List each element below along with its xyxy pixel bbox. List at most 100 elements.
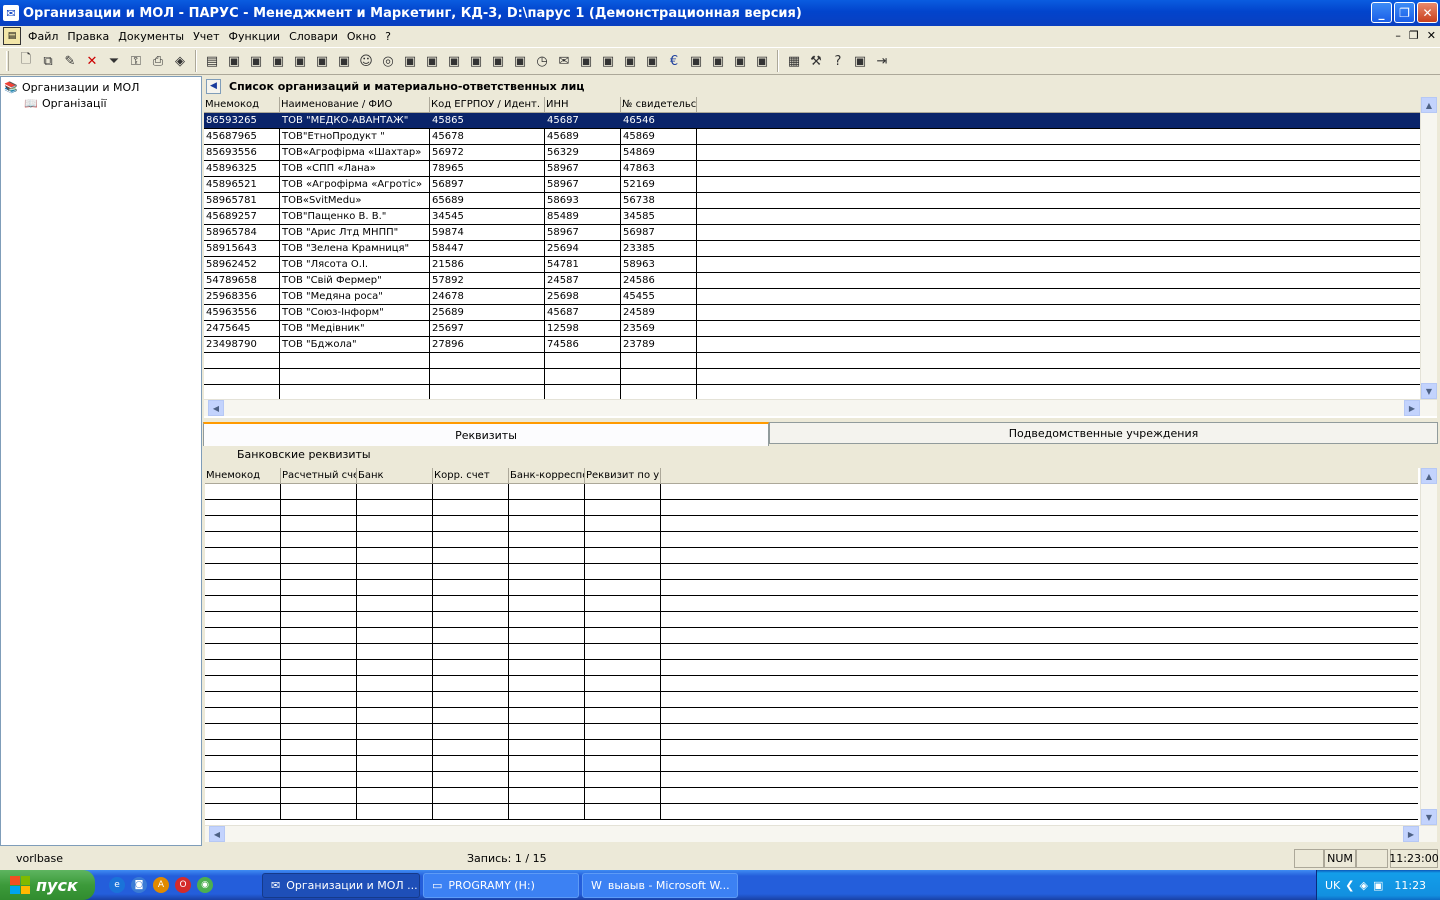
bank-table-row[interactable]: [205, 564, 1418, 580]
menu-documents[interactable]: Документы: [115, 30, 190, 43]
bank-table-row[interactable]: [205, 692, 1418, 708]
bank-table-row[interactable]: [205, 612, 1418, 628]
close-button[interactable]: ✕: [1417, 2, 1438, 23]
tab-requisites[interactable]: Реквизиты: [203, 422, 769, 446]
menu-functions[interactable]: Функции: [225, 30, 286, 43]
table-row[interactable]: 58965781 ТОВ«SvitMedu» 65689 58693 56738: [204, 193, 1420, 209]
minimize-button[interactable]: _: [1371, 2, 1392, 23]
bank-table-row[interactable]: [205, 628, 1418, 644]
table-row[interactable]: 86593265 ТОВ "МЕДКО-АВАНТАЖ" 45865 45687 465…: [204, 113, 1420, 129]
column-header[interactable]: ИНН: [545, 97, 621, 112]
vertical-scrollbar[interactable]: ▲ ▼: [1420, 97, 1437, 400]
bank-table-row[interactable]: [205, 724, 1418, 740]
mail-icon[interactable]: ✉: [554, 51, 574, 71]
bank-table-row[interactable]: [205, 740, 1418, 756]
mdi-restore-button[interactable]: ❐: [1409, 29, 1419, 42]
exit-icon[interactable]: ⇥: [872, 51, 892, 71]
tool-icon[interactable]: ▣: [466, 51, 486, 71]
table-row[interactable]: [204, 353, 1420, 369]
menu-help[interactable]: ?: [382, 30, 397, 43]
menu-edit[interactable]: Правка: [64, 30, 115, 43]
filter-icon[interactable]: ⏷: [104, 51, 124, 71]
tools-icon[interactable]: ⚒: [806, 51, 826, 71]
tool-icon[interactable]: ▣: [576, 51, 596, 71]
table-row[interactable]: 25968356 ТОВ "Медяна роса" 24678 25698 45455: [204, 289, 1420, 305]
opera-icon[interactable]: O: [175, 877, 191, 893]
table-row[interactable]: 58962452 ТОВ "Лясота О.І. 21586 54781 58963: [204, 257, 1420, 273]
copy-doc-icon[interactable]: ⧉: [38, 51, 58, 71]
horizontal-scrollbar[interactable]: ◀ ▶: [204, 399, 1437, 416]
app-quick-icon[interactable]: ◙: [131, 877, 147, 893]
bank-table-row[interactable]: [205, 580, 1418, 596]
print-icon[interactable]: ⎙: [148, 51, 168, 71]
table-row[interactable]: 58965784 ТОВ "Арис Лтд МНПП" 59874 58967 569…: [204, 225, 1420, 241]
reports-icon[interactable]: ▤: [202, 51, 222, 71]
maximize-button[interactable]: ❐: [1394, 2, 1415, 23]
table-row[interactable]: 58915643 ТОВ "Зелена Крамниця" 58447 25694 2…: [204, 241, 1420, 257]
tool-icon[interactable]: ▣: [850, 51, 870, 71]
bank-table-row[interactable]: [205, 756, 1418, 772]
help-icon[interactable]: ?: [828, 51, 848, 71]
window-titlebar[interactable]: ✉ Организации и МОЛ - ПАРУС - Менеджмент…: [0, 0, 1440, 26]
bank-table-row[interactable]: [205, 772, 1418, 788]
avast-icon[interactable]: A: [153, 877, 169, 893]
mdi-minimize-button[interactable]: –: [1395, 29, 1401, 42]
bank-scroll-left-icon[interactable]: ◀: [209, 826, 225, 842]
bank-scroll-right-icon[interactable]: ▶: [1403, 826, 1419, 842]
bank-table-row[interactable]: [205, 660, 1418, 676]
bank-vertical-scrollbar[interactable]: ▲ ▼: [1420, 468, 1437, 826]
bank-column-header[interactable]: Мнемокод: [205, 468, 281, 483]
bank-table-row[interactable]: [205, 788, 1418, 804]
bank-table-row[interactable]: [205, 484, 1418, 500]
bank-column-header[interactable]: Банк: [357, 468, 433, 483]
tool-icon[interactable]: ▣: [334, 51, 354, 71]
bank-scroll-up-icon[interactable]: ▲: [1421, 468, 1437, 484]
bank-table-row[interactable]: [205, 516, 1418, 532]
globe-icon[interactable]: ◎: [378, 51, 398, 71]
bank-table-row[interactable]: [205, 804, 1418, 820]
bank-table-row[interactable]: [205, 532, 1418, 548]
bank-table-row[interactable]: [205, 676, 1418, 692]
cube-icon[interactable]: ◈: [170, 51, 190, 71]
ie-icon[interactable]: e: [109, 877, 125, 893]
scroll-down-icon[interactable]: ▼: [1421, 383, 1437, 399]
tool-icon[interactable]: ▣: [598, 51, 618, 71]
tool-icon[interactable]: ▣: [268, 51, 288, 71]
menu-window[interactable]: Окно: [344, 30, 382, 43]
find-icon[interactable]: ⚿: [126, 51, 146, 71]
bank-column-header[interactable]: Расчетный сче: [281, 468, 357, 483]
column-header[interactable]: Код ЕГРПОУ / Идент.: [430, 97, 545, 112]
calculator-icon[interactable]: ▦: [784, 51, 804, 71]
table-row[interactable]: 45687965 ТОВ"ЕтноПродукт " 45678 45689 45869: [204, 129, 1420, 145]
euro-icon[interactable]: €: [664, 51, 684, 71]
tool-icon[interactable]: ▣: [224, 51, 244, 71]
tool-icon[interactable]: ▣: [510, 51, 530, 71]
tool-icon[interactable]: ▣: [488, 51, 508, 71]
person-icon[interactable]: ☺: [356, 51, 376, 71]
monitor-icon[interactable]: ▣: [1373, 879, 1383, 892]
table-row[interactable]: 45896325 ТОВ «СПП «Лана» 78965 58967 47863: [204, 161, 1420, 177]
task-organizations[interactable]: ✉ Организации и МОЛ ...: [262, 873, 420, 898]
tool-icon[interactable]: ▣: [642, 51, 662, 71]
new-doc-icon[interactable]: 🗋: [16, 51, 36, 71]
column-header[interactable]: Наименование / ФИО: [280, 97, 430, 112]
tree-child[interactable]: 📖 Організації: [1, 95, 201, 111]
tool-icon[interactable]: ▣: [686, 51, 706, 71]
scroll-up-icon[interactable]: ▲: [1421, 97, 1437, 113]
task-programy[interactable]: ▭ PROGRAMY (H:): [423, 873, 579, 898]
table-row[interactable]: 45689257 ТОВ"Пащенко В. В." 34545 85489 3458…: [204, 209, 1420, 225]
menu-dictionaries[interactable]: Словари: [286, 30, 344, 43]
menu-accounting[interactable]: Учет: [190, 30, 225, 43]
language-indicator[interactable]: UK: [1325, 879, 1340, 892]
tool-icon[interactable]: ▣: [708, 51, 728, 71]
bank-table-row[interactable]: [205, 708, 1418, 724]
bank-scroll-down-icon[interactable]: ▼: [1421, 809, 1437, 825]
collapse-arrow-icon[interactable]: ◀: [206, 78, 221, 94]
table-row[interactable]: 54789658 ТОВ "Свій Фермер" 57892 24587 24586: [204, 273, 1420, 289]
clock-icon[interactable]: ◷: [532, 51, 552, 71]
tool-icon[interactable]: ▣: [290, 51, 310, 71]
edit-icon[interactable]: ✎: [60, 51, 80, 71]
bank-column-header[interactable]: Банк-корреспо: [509, 468, 585, 483]
menu-file[interactable]: Файл: [25, 30, 64, 43]
tool-icon[interactable]: ▣: [444, 51, 464, 71]
